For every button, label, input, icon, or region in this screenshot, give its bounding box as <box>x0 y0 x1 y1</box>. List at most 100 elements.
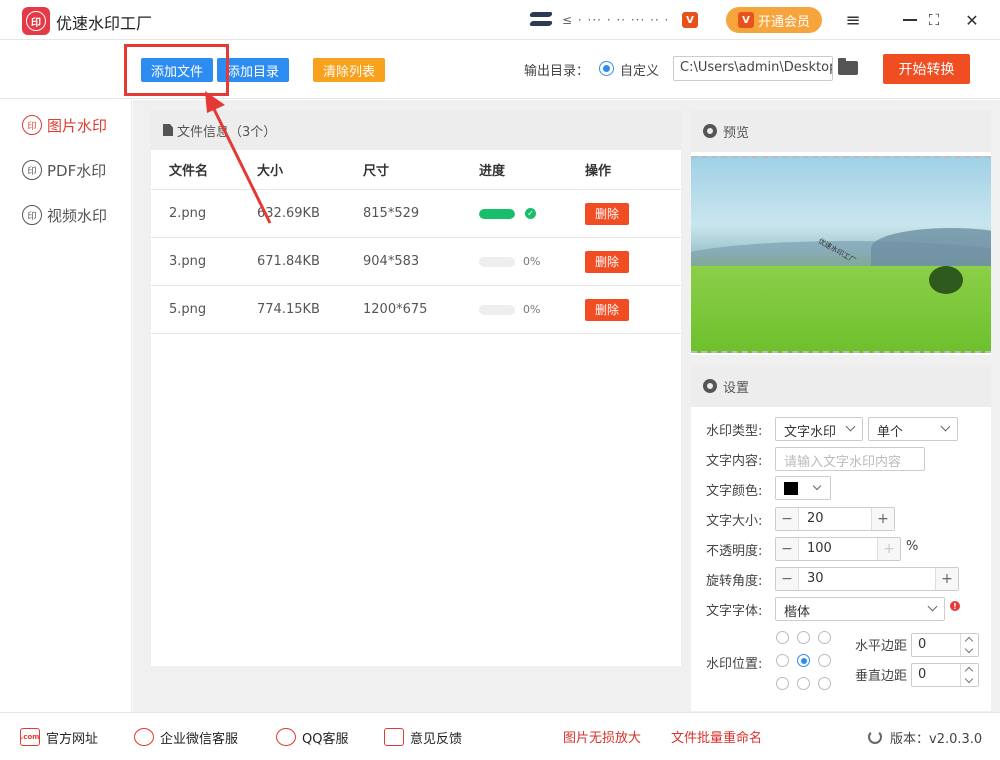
user-logo-icon <box>528 10 556 30</box>
file-name: 2.png <box>151 206 257 221</box>
minus-icon[interactable]: − <box>776 508 798 530</box>
user-account[interactable]: ≤ · ··· · ·· ··· ·· · V <box>528 9 698 31</box>
watermark-type-select[interactable]: 文字水印 <box>775 417 863 441</box>
minus-icon[interactable]: − <box>776 568 798 590</box>
app-title: 优速水印工厂 <box>56 10 152 34</box>
delete-button[interactable]: 删除 <box>585 251 629 273</box>
close-icon[interactable]: ✕ <box>960 8 984 32</box>
chevron-down-icon <box>941 422 951 432</box>
check-icon: ✓ <box>525 208 536 219</box>
chevron-down-icon <box>813 482 821 490</box>
feedback-link[interactable]: 意见反馈 <box>384 727 462 747</box>
sidebar: 印 图片水印 印 PDF水印 印 视频水印 <box>0 100 132 712</box>
text-color-picker[interactable] <box>775 476 831 500</box>
position-middle-left-radio[interactable] <box>776 654 789 667</box>
text-size-stepper[interactable]: − 20 + <box>775 507 895 531</box>
custom-radio[interactable] <box>599 61 614 76</box>
table-row[interactable]: 3.png 671.84KB 904*583 0% 删除 <box>151 238 681 286</box>
watermark-mode-select[interactable]: 单个 <box>868 417 958 441</box>
warning-icon[interactable]: ! <box>950 601 960 611</box>
user-name: ≤ · ··· · ·· ··· ·· · <box>562 13 682 27</box>
highlight-annotation <box>124 44 229 96</box>
position-bottom-left-radio[interactable] <box>776 677 789 690</box>
output-path-input[interactable]: C:\Users\admin\Desktop <box>673 56 833 81</box>
horizontal-margin-input[interactable]: 0 <box>911 633 979 657</box>
progress-percent: 0% <box>523 303 540 316</box>
text-size-value[interactable]: 20 <box>798 508 872 530</box>
vip-button[interactable]: V 开通会员 <box>726 7 822 33</box>
gear-icon <box>703 124 717 138</box>
menu-icon[interactable]: ≡ <box>841 8 865 32</box>
position-label: 水印位置: <box>706 653 762 672</box>
table-row[interactable]: 2.png 632.69KB 815*529 ✓ 删除 <box>151 190 681 238</box>
font-label: 文字字体: <box>706 600 762 619</box>
progress-percent: 0% <box>523 255 540 268</box>
delete-button[interactable]: 删除 <box>585 203 629 225</box>
plus-icon[interactable]: + <box>878 538 900 560</box>
preview-header: 预览 <box>691 110 991 152</box>
position-middle-right-radio[interactable] <box>818 654 831 667</box>
opacity-value[interactable]: 100 <box>798 538 878 560</box>
preview-panel: 预览 优速水印工厂 <box>691 110 991 355</box>
spinner-icon[interactable] <box>960 664 978 686</box>
file-list-panel: 文件信息（3个） 文件名 大小 尺寸 进度 操作 2.png 632.69KB … <box>151 110 681 666</box>
sidebar-item-pdf-watermark[interactable]: 印 PDF水印 <box>22 158 106 182</box>
stamp-icon: 印 <box>22 205 42 225</box>
spinner-icon[interactable] <box>960 634 978 656</box>
minimize-icon[interactable] <box>898 8 922 32</box>
batch-rename-link[interactable]: 文件批量重命名 <box>671 727 762 746</box>
start-convert-button[interactable]: 开始转换 <box>883 54 970 84</box>
preview-title: 预览 <box>723 122 749 141</box>
rotation-stepper[interactable]: − 30 + <box>775 567 959 591</box>
progress-bar <box>479 305 515 315</box>
official-site-link[interactable]: .com 官方网址 <box>20 727 98 747</box>
sidebar-item-label: 视频水印 <box>47 205 107 226</box>
plus-icon[interactable]: + <box>872 508 894 530</box>
opacity-label: 不透明度: <box>706 540 762 559</box>
rotation-value[interactable]: 30 <box>798 568 936 590</box>
opacity-stepper[interactable]: − 100 + <box>775 537 901 561</box>
text-color-label: 文字颜色: <box>706 480 762 499</box>
app-logo-icon: 印 <box>22 7 50 35</box>
file-name: 5.png <box>151 302 257 317</box>
image-enlarge-link[interactable]: 图片无损放大 <box>563 727 641 746</box>
position-bottom-center-radio[interactable] <box>797 677 810 690</box>
position-top-left-radio[interactable] <box>776 631 789 644</box>
progress-cell: ✓ <box>479 208 585 219</box>
sidebar-item-label: PDF水印 <box>47 160 106 181</box>
qq-support-link[interactable]: QQ客服 <box>276 727 348 747</box>
column-header: 文件名 <box>151 160 257 179</box>
wechat-support-link[interactable]: 企业微信客服 <box>134 727 238 747</box>
preview-image: 优速水印工厂 <box>691 156 991 353</box>
plus-icon[interactable]: + <box>936 568 958 590</box>
document-icon <box>163 124 173 136</box>
column-header: 操作 <box>585 160 681 179</box>
clear-list-button[interactable]: 清除列表 <box>313 58 385 82</box>
text-content-input[interactable]: 请输入文字水印内容 <box>775 447 925 471</box>
gear-icon <box>703 379 717 393</box>
feedback-icon <box>384 728 404 746</box>
footer: .com 官方网址 企业微信客服 QQ客服 意见反馈 图片无损放大 文件批量重命… <box>0 712 1000 760</box>
toolbar: 添加文件 添加目录 清除列表 输出目录： 自定义 C:\Users\admin\… <box>0 41 1000 99</box>
version-info[interactable]: 版本：v2.0.3.0 <box>868 727 982 747</box>
sidebar-item-image-watermark[interactable]: 印 图片水印 <box>22 113 107 137</box>
settings-panel: 设置 水印类型: 文字水印 单个 文字内容: 请输入文字水印内容 文字颜色: 文… <box>691 365 991 711</box>
output-dir-label: 输出目录： <box>524 60 589 79</box>
title-bar: 印 优速水印工厂 ≤ · ··· · ·· ··· ·· · V V 开通会员 … <box>0 0 1000 40</box>
file-panel-title: 文件信息（3个） <box>177 121 276 140</box>
position-top-right-radio[interactable] <box>818 631 831 644</box>
delete-button[interactable]: 删除 <box>585 299 629 321</box>
position-bottom-right-radio[interactable] <box>818 677 831 690</box>
table-row[interactable]: 5.png 774.15KB 1200*675 0% 删除 <box>151 286 681 334</box>
file-panel-header: 文件信息（3个） <box>151 110 681 150</box>
position-center-radio[interactable] <box>797 654 810 667</box>
stamp-icon: 印 <box>22 115 42 135</box>
chevron-down-icon <box>928 602 938 612</box>
minus-icon[interactable]: − <box>776 538 798 560</box>
folder-icon[interactable] <box>838 61 858 75</box>
position-top-center-radio[interactable] <box>797 631 810 644</box>
font-select[interactable]: 楷体 <box>775 597 945 621</box>
maximize-icon[interactable]: ⛶ <box>922 8 946 32</box>
vertical-margin-input[interactable]: 0 <box>911 663 979 687</box>
sidebar-item-video-watermark[interactable]: 印 视频水印 <box>22 203 107 227</box>
